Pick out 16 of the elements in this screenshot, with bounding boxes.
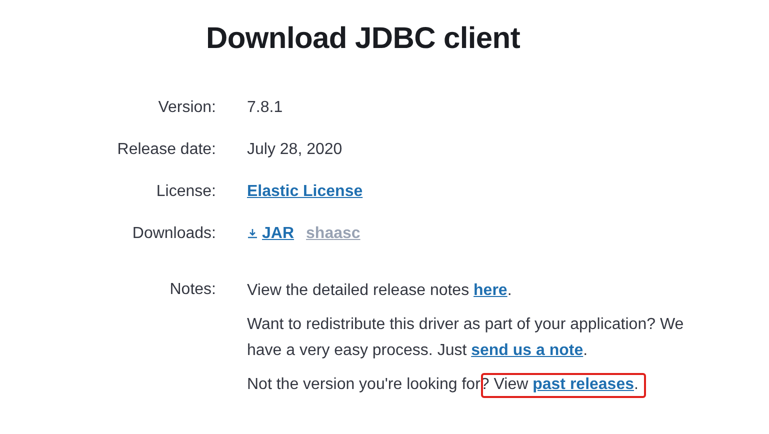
field-value: July 28, 2020	[247, 140, 344, 160]
field-label: License:	[155, 182, 216, 202]
note-text: View the detailed release notes here.	[247, 281, 513, 301]
text-link[interactable]: here	[474, 282, 508, 299]
field-label: Release date:	[116, 140, 216, 160]
field-value: 7.8.1	[247, 98, 284, 118]
download-link[interactable]: JAR	[262, 222, 294, 245]
field-label: Downloads:	[131, 224, 216, 244]
text-link[interactable]: past releases	[532, 376, 634, 393]
license-link[interactable]: Elastic License	[247, 183, 363, 200]
page-title: Download JDBC client	[206, 22, 522, 56]
field-label: Notes:	[168, 280, 216, 300]
text-link[interactable]: send us a note	[471, 342, 584, 359]
field-label: Version:	[157, 98, 216, 118]
note-text: Want to redistribute this driver as part of your application? We have a very easy process. Just send us a note.	[247, 315, 685, 361]
download-icon	[247, 228, 258, 239]
